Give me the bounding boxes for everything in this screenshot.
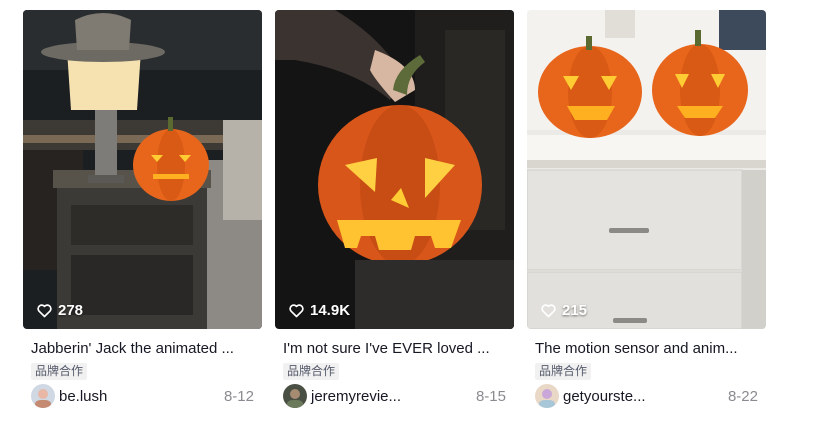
username-link[interactable]: jeremyrevie... (311, 388, 401, 405)
like-count: 14.9K (288, 302, 350, 319)
video-meta: jeremyrevie... 8-15 (283, 384, 506, 408)
brand-partnership-badge: 品牌合作 (535, 363, 592, 380)
heart-icon (289, 304, 304, 318)
like-count-value: 215 (562, 302, 588, 319)
video-card: 14.9K I'm not sure I've EVER loved ... 品… (275, 10, 514, 408)
like-count-value: 278 (58, 302, 84, 319)
heart-icon (37, 304, 52, 318)
thumbnail-image (275, 10, 514, 329)
username-link[interactable]: getyourste... (563, 388, 646, 405)
post-date: 8-12 (223, 387, 254, 405)
heart-icon (541, 304, 556, 318)
thumbnail-image (527, 10, 766, 329)
post-date: 8-15 (475, 387, 506, 405)
brand-partnership-badge: 品牌合作 (283, 363, 340, 380)
video-description[interactable]: I'm not sure I've EVER loved ... (283, 340, 509, 358)
video-description[interactable]: The motion sensor and anim... (535, 340, 761, 358)
avatar-image (31, 384, 55, 408)
username-link[interactable]: be.lush (59, 388, 107, 405)
video-thumbnail[interactable]: 278 (23, 10, 262, 329)
video-card: 215 The motion sensor and anim... 品牌合作 g… (527, 10, 766, 408)
avatar[interactable] (31, 384, 55, 408)
avatar-image (535, 384, 559, 408)
avatar-image (283, 384, 307, 408)
like-count-value: 14.9K (310, 302, 351, 319)
video-grid: 278 Jabberin' Jack the animated ... 品牌合作… (23, 10, 766, 408)
post-date: 8-22 (727, 387, 758, 405)
video-meta: be.lush 8-12 (31, 384, 254, 408)
brand-partnership-badge: 品牌合作 (31, 363, 88, 380)
video-thumbnail[interactable]: 215 (527, 10, 766, 329)
avatar[interactable] (283, 384, 307, 408)
video-thumbnail[interactable]: 14.9K (275, 10, 514, 329)
video-card: 278 Jabberin' Jack the animated ... 品牌合作… (23, 10, 262, 408)
avatar[interactable] (535, 384, 559, 408)
like-count: 278 (36, 302, 83, 319)
like-count: 215 (540, 302, 587, 319)
video-description[interactable]: Jabberin' Jack the animated ... (31, 340, 257, 358)
video-meta: getyourste... 8-22 (535, 384, 758, 408)
thumbnail-image (23, 10, 262, 329)
